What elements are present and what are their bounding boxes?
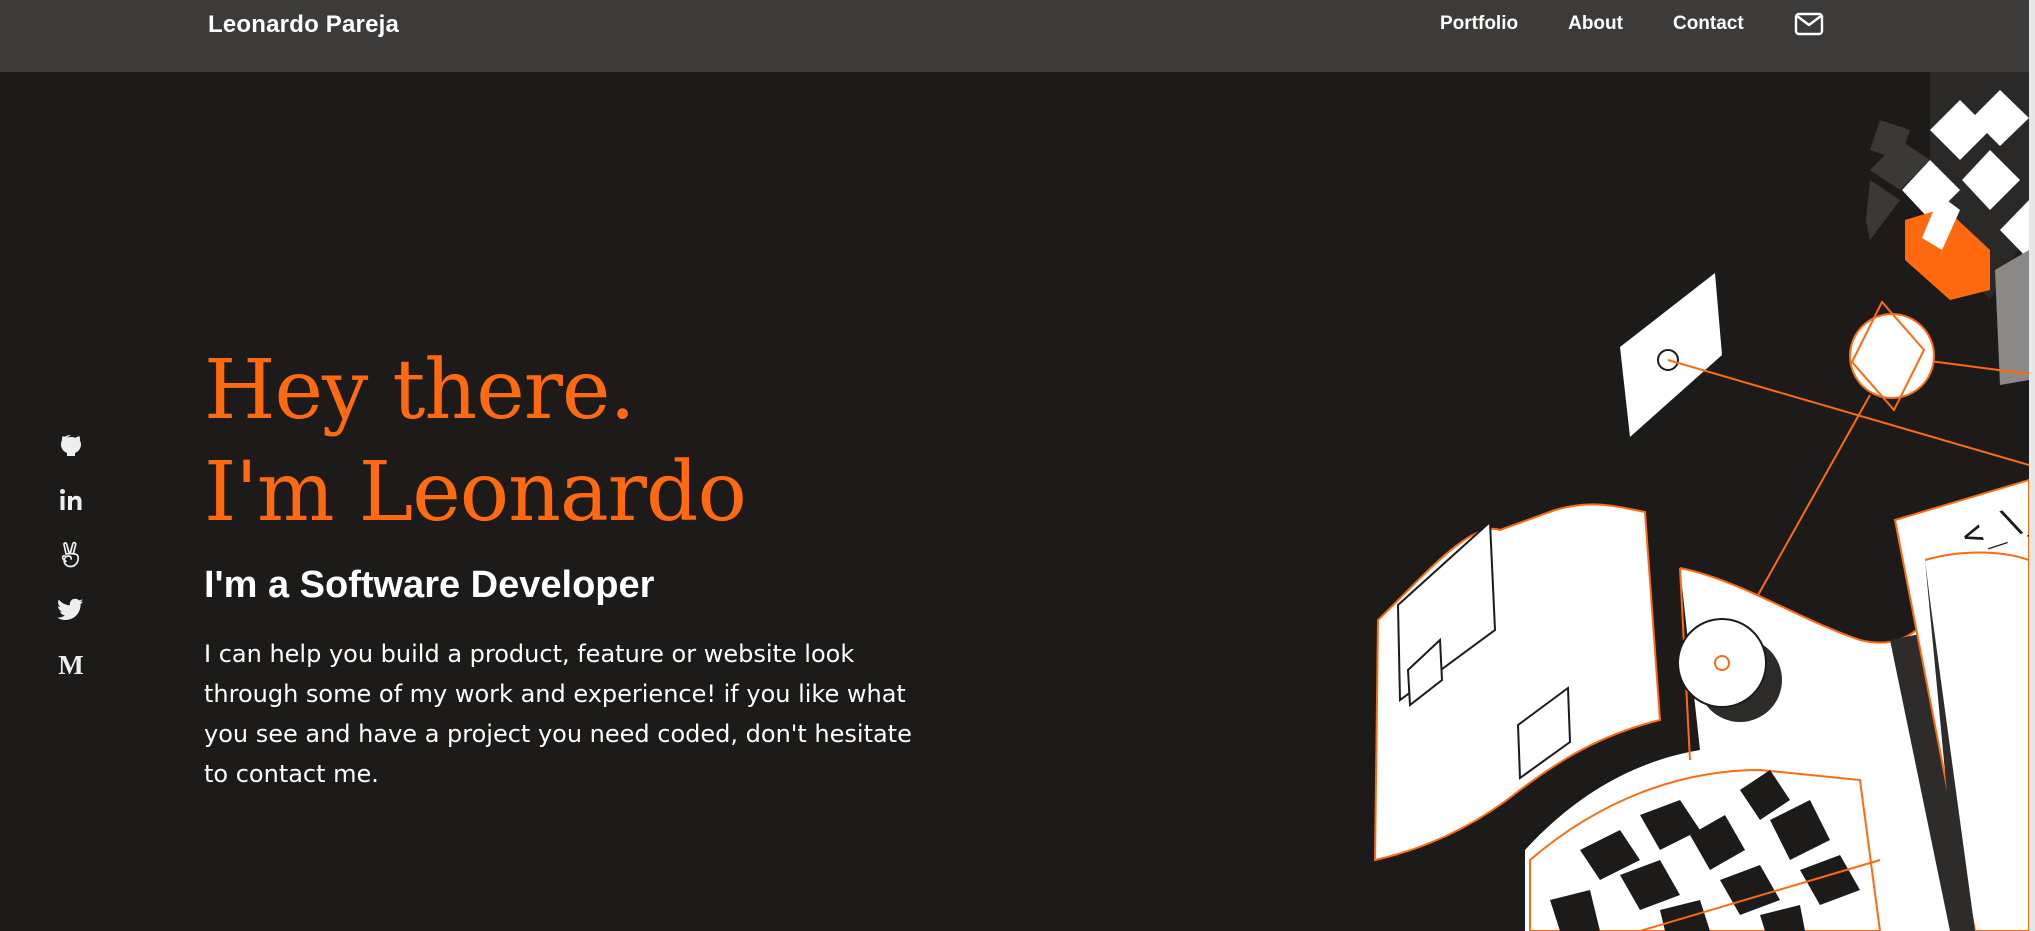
twitter-icon[interactable] [56, 595, 86, 625]
mail-icon[interactable] [1794, 12, 1824, 36]
medium-icon[interactable]: M [56, 650, 86, 680]
hero-description: I can help you build a product, feature … [204, 640, 912, 788]
scrollbar[interactable] [2029, 0, 2035, 931]
hero-illustration: <_\_ [1360, 72, 2035, 931]
nav-link-portfolio[interactable]: Portfolio [1440, 13, 1518, 35]
checker-bottom [1529, 768, 1882, 931]
linkedin-icon[interactable] [56, 485, 86, 515]
nav-link-about[interactable]: About [1568, 13, 1623, 35]
hero-section: Hey there. I'm Leonardo I'm a Software D… [204, 340, 964, 794]
abstract-illustration-graphic: <_\_ [1373, 72, 2035, 931]
hero-subtitle: I'm a Software Developer [204, 564, 655, 606]
social-links: M [56, 430, 86, 705]
medium-glyph: M [58, 649, 84, 680]
brand-logo[interactable]: Leonardo Pareja [208, 11, 399, 39]
angellist-icon[interactable] [56, 540, 86, 570]
hero-title: Hey there. I'm Leonardo [204, 340, 964, 544]
github-icon[interactable] [56, 430, 86, 460]
nav-links: Portfolio About Contact [1440, 9, 1824, 39]
navbar: Leonardo Pareja Portfolio About Contact [0, 0, 2035, 72]
hero-title-line-2: I'm Leonardo [204, 445, 747, 540]
nav-link-contact[interactable]: Contact [1673, 13, 1744, 35]
hero-title-line-1: Hey there. [204, 343, 636, 438]
page: Leonardo Pareja Portfolio About Contact [0, 0, 2035, 931]
